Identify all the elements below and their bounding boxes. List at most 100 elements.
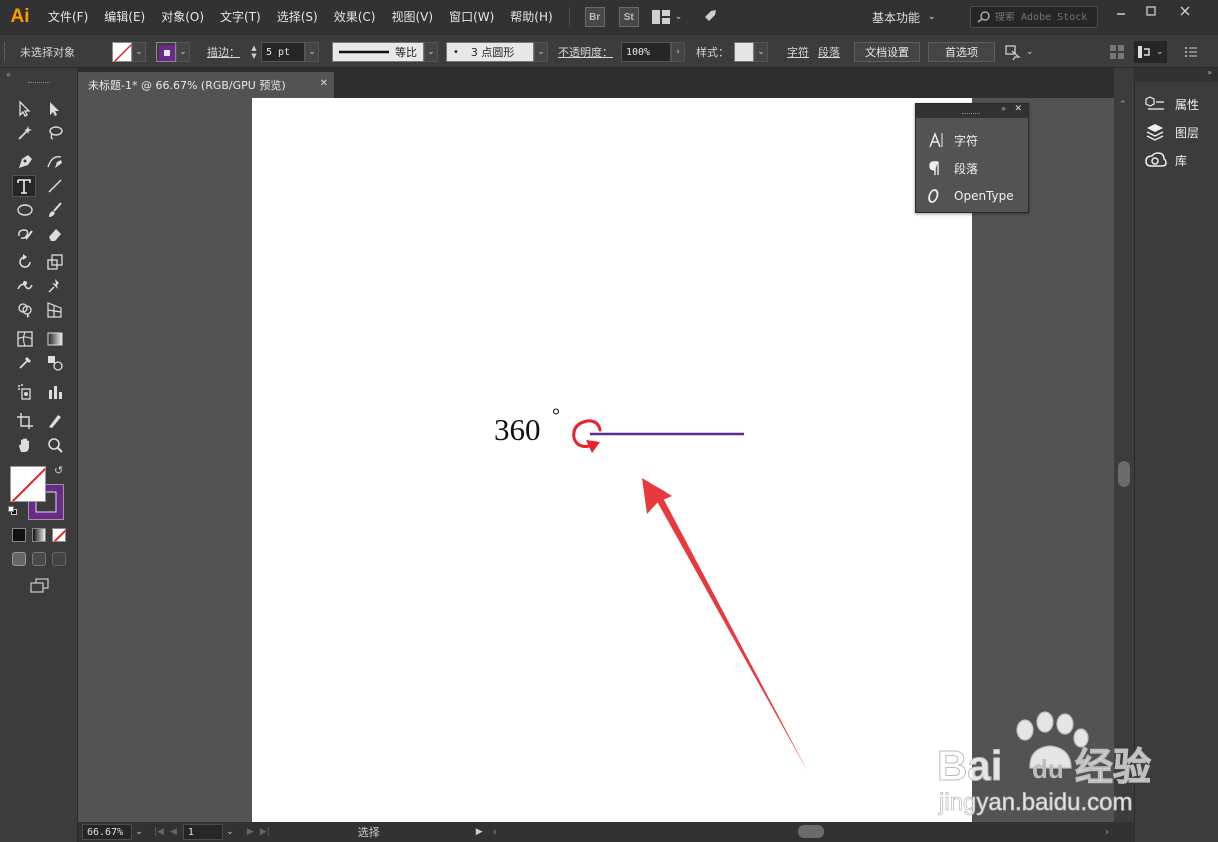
stroke-swatch[interactable] [156, 42, 176, 62]
slice-tool[interactable] [43, 410, 67, 432]
menu-object[interactable]: 对象(O) [153, 0, 212, 34]
pen-tool[interactable] [13, 151, 37, 173]
type-tool[interactable] [12, 175, 36, 197]
puppet-warp-tool[interactable] [43, 275, 67, 297]
direct-selection-tool[interactable] [43, 98, 67, 120]
first-artboard-button[interactable]: |◀ [154, 827, 164, 837]
last-artboard-button[interactable]: ▶| [260, 827, 270, 837]
menu-file[interactable]: 文件(F) [40, 0, 96, 34]
magic-wand-tool[interactable] [13, 122, 37, 144]
opacity-control[interactable]: 100% › [621, 41, 685, 63]
next-artboard-button[interactable]: ▶ [247, 827, 254, 837]
menu-window[interactable]: 窗口(W) [441, 0, 502, 34]
opentype-panel-item[interactable]: OpenType [916, 182, 1028, 210]
fill-color-control[interactable]: ⌄ [112, 41, 146, 63]
shape-builder-tool[interactable] [13, 299, 37, 321]
dock-collapse-icon[interactable]: » [1207, 68, 1212, 77]
symbol-sprayer-tool[interactable] [13, 381, 37, 403]
scroll-left-arrow[interactable]: ‹ [493, 827, 497, 838]
style-dropdown[interactable]: ⌄ [754, 42, 768, 62]
document-tab[interactable]: 未标题-1* @ 66.67% (RGB/GPU 预览) ✕ [78, 72, 334, 98]
opacity-input[interactable]: 100% [621, 42, 671, 62]
swap-fill-stroke-icon[interactable]: ↺ [54, 464, 63, 477]
screen-mode-button[interactable] [30, 578, 50, 597]
brush-field[interactable]: • 3 点圆形 [446, 42, 534, 62]
menu-select[interactable]: 选择(S) [269, 0, 326, 34]
selection-tool[interactable] [13, 98, 37, 120]
previous-artboard-button[interactable]: ◀ [170, 827, 177, 837]
stroke-weight-input[interactable]: 5 pt [261, 42, 305, 62]
zoom-level-input[interactable]: 66.67% [82, 824, 132, 840]
dock-header[interactable]: » [1135, 68, 1218, 82]
quick-actions-button[interactable]: ⌄ [1004, 41, 1034, 63]
minimize-button[interactable] [1106, 2, 1136, 20]
panel-menu-button[interactable] [1184, 41, 1198, 63]
artboard[interactable]: 360 ° [252, 98, 972, 822]
artwork-degree-text[interactable]: ° [552, 405, 560, 427]
zoom-tool[interactable] [43, 434, 67, 456]
character-link[interactable]: 字符 [787, 41, 809, 63]
graphic-style-control[interactable]: ⌄ [734, 41, 768, 63]
paintbrush-tool[interactable] [43, 199, 67, 221]
graphic-style-swatch[interactable] [734, 42, 754, 62]
tools-collapse-icon[interactable]: « [6, 70, 11, 79]
character-panel-item[interactable]: 字符 [916, 126, 1028, 154]
blend-tool[interactable] [43, 352, 67, 374]
warp-tool[interactable] [13, 275, 37, 297]
zoom-dropdown[interactable]: ⌄ [132, 827, 146, 837]
shaper-tool[interactable] [13, 223, 37, 245]
stroke-weight-dropdown[interactable]: ⌄ [305, 42, 319, 62]
fill-swatch[interactable] [112, 42, 132, 62]
gradient-button[interactable] [32, 528, 46, 542]
menu-edit[interactable]: 编辑(E) [96, 0, 153, 34]
bridge-button[interactable]: Br [584, 7, 605, 27]
stroke-label[interactable]: 描边： [207, 41, 240, 63]
close-window-button[interactable] [1170, 2, 1200, 20]
gradient-tool[interactable] [43, 328, 67, 350]
lasso-tool[interactable] [43, 122, 67, 144]
variable-width-profile[interactable]: 等比 ⌄ [332, 41, 438, 63]
stroke-dropdown[interactable]: ⌄ [176, 42, 190, 62]
maximize-button[interactable] [1136, 2, 1166, 20]
stock-button[interactable]: St [618, 7, 639, 27]
horizontal-scroll-thumb[interactable] [798, 825, 824, 838]
artwork-number-text[interactable]: 360 [494, 412, 541, 447]
fill-box[interactable] [10, 466, 46, 502]
arrange-documents-button[interactable]: ⌄ [651, 10, 682, 24]
libraries-panel-item[interactable]: 库 [1135, 146, 1218, 174]
curvature-tool[interactable] [43, 151, 67, 173]
vertical-scroll-thumb[interactable] [1118, 461, 1130, 487]
menu-view[interactable]: 视图(V) [383, 0, 441, 34]
scroll-right-arrow[interactable]: › [1105, 827, 1109, 838]
close-panel-icon[interactable]: ✕ [1014, 104, 1022, 114]
gpu-performance-button[interactable] [700, 8, 718, 26]
scale-tool[interactable] [43, 251, 67, 273]
paragraph-panel-item[interactable]: 段落 [916, 154, 1028, 182]
stock-search-input[interactable] [995, 11, 1095, 23]
properties-panel-item[interactable]: 属性 [1135, 90, 1218, 118]
stroke-weight-stepper[interactable]: ▲ ▼ [247, 42, 261, 62]
align-grid-icon[interactable] [1110, 41, 1124, 63]
close-tab-icon[interactable]: ✕ [320, 78, 328, 89]
draw-behind-button[interactable] [32, 552, 46, 566]
workspace-switcher[interactable]: 基本功能 ⌄ [872, 6, 936, 28]
draw-normal-button[interactable] [12, 552, 26, 566]
ellipse-tool[interactable] [13, 199, 37, 221]
opacity-label[interactable]: 不透明度： [558, 41, 613, 63]
line-segment-tool[interactable] [43, 175, 67, 197]
stroke-weight-control[interactable]: ▲ ▼ 5 pt ⌄ [247, 41, 319, 63]
eyedropper-tool[interactable] [13, 352, 37, 374]
none-button[interactable] [52, 528, 66, 542]
document-setup-button[interactable]: 文档设置 [854, 42, 920, 62]
menu-help[interactable]: 帮助(H) [502, 0, 560, 34]
brush-dropdown[interactable]: ⌄ [534, 42, 548, 62]
stock-search-box[interactable] [970, 6, 1098, 28]
fill-dropdown[interactable]: ⌄ [132, 42, 146, 62]
draw-inside-button[interactable] [52, 552, 66, 566]
menu-type[interactable]: 文字(T) [212, 0, 269, 34]
preferences-button[interactable]: 首选项 [928, 42, 995, 62]
artboard-tool[interactable] [13, 410, 37, 432]
scroll-up-arrow[interactable]: ⌃ [1119, 100, 1127, 110]
profile-field[interactable]: 等比 [332, 42, 424, 62]
artboard-dropdown[interactable]: ⌄ [223, 827, 237, 837]
